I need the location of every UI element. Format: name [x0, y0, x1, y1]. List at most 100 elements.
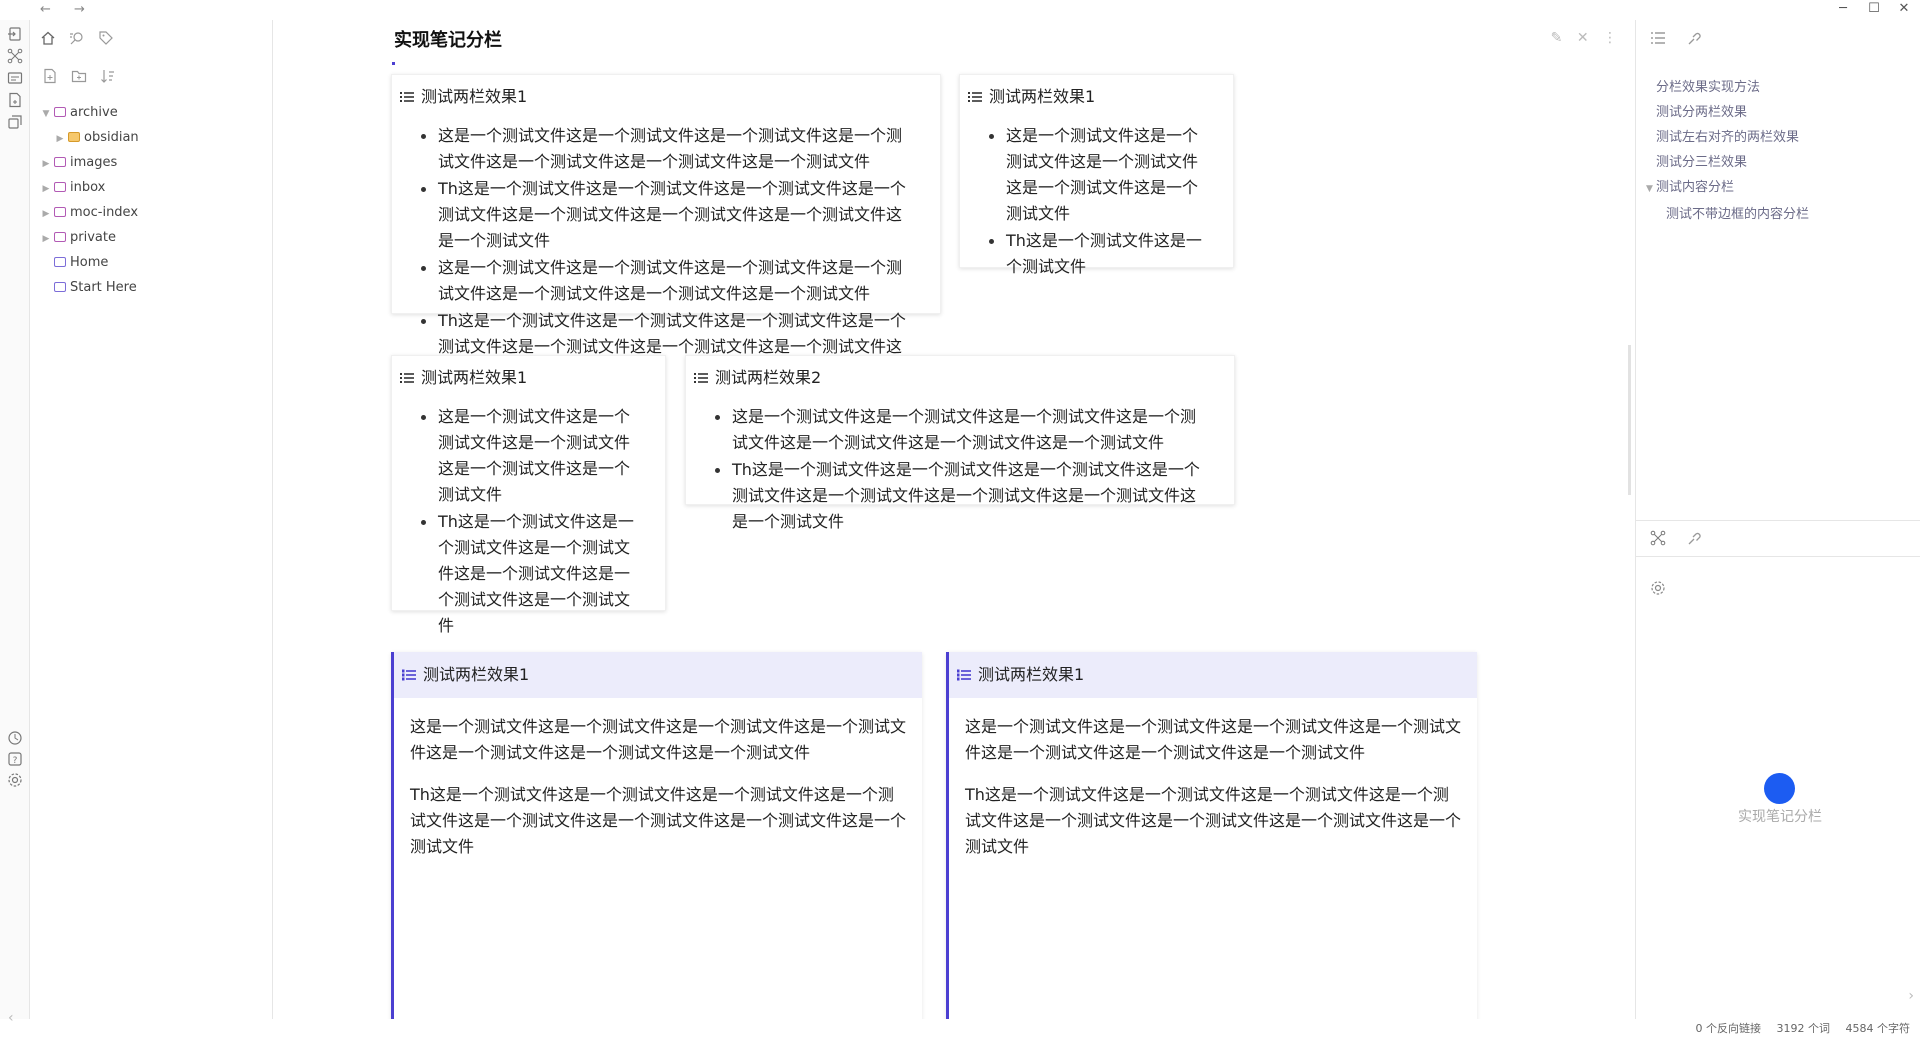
- column-card: 测试两栏效果1 这是一个测试文件这是一个测试文件这是一个测试文件这是一个测试文件…: [959, 74, 1234, 276]
- tree-item-images[interactable]: ▶ images: [40, 150, 265, 175]
- callout-card: 测试两栏效果1 这是一个测试文件这是一个测试文件这是一个测试文件这是一个测试文件…: [946, 652, 1477, 1019]
- outline-item[interactable]: 测试分三栏效果: [1646, 150, 1916, 175]
- sort-icon[interactable]: [100, 68, 116, 84]
- folder-icon: [54, 157, 66, 167]
- callout-title: 测试两栏效果1: [423, 665, 530, 684]
- outline-item[interactable]: 测试左右对齐的两栏效果: [1646, 125, 1916, 150]
- daily-note-icon[interactable]: [7, 92, 23, 108]
- file-tree: ▼ archive ▶ obsidian ▶ images ▶ inbox ▶ moc-index…: [40, 100, 265, 300]
- tree-item-start-here[interactable]: Start Here: [40, 275, 265, 300]
- chevron-down-icon[interactable]: ▼: [1646, 177, 1656, 202]
- tree-item-label: archive: [70, 105, 118, 120]
- paragraph: Th这是一个测试文件这是一个测试文件这是一个测试文件这是一个测试文件这是一个测试…: [965, 785, 1462, 856]
- close-icon[interactable]: ✕: [1577, 30, 1589, 46]
- card-title: 测试两栏效果1: [989, 87, 1096, 106]
- outline-item[interactable]: 测试不带边框的内容分栏: [1646, 202, 1916, 227]
- back-arrow-icon[interactable]: ←: [40, 2, 51, 17]
- list-item: Th这是一个测试文件这是一个测试文件这是一个测试文件这是一个测试文件这是一个测试…: [715, 457, 1206, 535]
- chevron-down-icon[interactable]: ▼: [40, 102, 52, 127]
- list-item: Th这是一个测试文件这是一个测试文件这是一个测试文件这是一个测试文件这是一个测试…: [421, 176, 912, 254]
- sidebar-tab-bar: [40, 30, 122, 50]
- right-sidebar: 分栏效果实现方法 测试分两栏效果测试左右对齐的两栏效果 测试分三栏效果 ▼ 测试内容分栏…: [1635, 20, 1920, 1019]
- outline-item-label: 测试分三栏效果: [1656, 155, 1748, 170]
- edit-icon[interactable]: ✎: [1551, 30, 1563, 46]
- new-folder-icon[interactable]: [71, 68, 87, 84]
- list-icon: [400, 357, 414, 401]
- outline-item-label: 测试不带边框的内容分栏: [1666, 207, 1810, 222]
- search-icon[interactable]: [69, 30, 85, 46]
- list-item: 这是一个测试文件这是一个测试文件这是一个测试文件这是一个测试文件这是一个测试文件: [989, 123, 1205, 227]
- chevron-right-icon[interactable]: ▶: [40, 177, 52, 202]
- new-note-icon[interactable]: [42, 68, 58, 84]
- settings-icon[interactable]: [7, 772, 23, 788]
- collapse-right-chevron-icon[interactable]: ›: [1908, 988, 1914, 1004]
- outline-item[interactable]: 分栏效果实现方法: [1646, 75, 1916, 100]
- tree-item-private[interactable]: ▶ private: [40, 225, 265, 250]
- open-quick-switcher-icon[interactable]: [7, 26, 23, 42]
- close-window-button[interactable]: ✕: [1895, 1, 1913, 16]
- outline-list: 分栏效果实现方法 测试分两栏效果测试左右对齐的两栏效果 测试分三栏效果 ▼ 测试内容分栏…: [1646, 75, 1916, 227]
- list-item: Th这是一个测试文件这是一个测试文件: [989, 228, 1205, 280]
- svg-text:?: ?: [13, 756, 18, 766]
- outgoing-links-icon[interactable]: [1687, 530, 1703, 546]
- local-graph-icon[interactable]: [1650, 530, 1666, 546]
- editor-scrollbar[interactable]: [1628, 345, 1631, 495]
- chevron-right-icon[interactable]: ▶: [40, 202, 52, 227]
- tree-item-obsidian[interactable]: ▶ obsidian: [40, 125, 265, 150]
- tree-item-label: images: [70, 155, 118, 170]
- column-card: 测试两栏效果1 这是一个测试文件这是一个测试文件这是一个测试文件这是一个测试文件…: [391, 355, 666, 635]
- panel-divider: [1636, 556, 1920, 557]
- outline-icon[interactable]: [1650, 30, 1666, 46]
- card-title: 测试两栏效果1: [421, 87, 528, 106]
- help-icon[interactable]: ?: [7, 751, 23, 767]
- view-actions: ✎ ✕ ⋮: [1541, 30, 1617, 46]
- right-sidebar-tabs: [1650, 30, 1719, 50]
- graph-view-icon[interactable]: [7, 48, 23, 64]
- folder-icon: [54, 207, 66, 217]
- paragraph: 这是一个测试文件这是一个测试文件这是一个测试文件这是一个测试文件这是一个测试文件…: [965, 717, 1462, 762]
- card-header: 测试两栏效果1: [392, 75, 940, 119]
- forward-arrow-icon[interactable]: →: [74, 2, 85, 17]
- card-header: 测试两栏效果2: [686, 356, 1234, 400]
- outline-item[interactable]: ▼ 测试内容分栏: [1646, 175, 1916, 202]
- more-options-icon[interactable]: ⋮: [1603, 30, 1617, 46]
- tree-item-label: obsidian: [84, 130, 139, 145]
- files-icon[interactable]: [40, 30, 56, 46]
- tree-item-home[interactable]: Home: [40, 250, 265, 275]
- minimize-button[interactable]: ─: [1834, 1, 1852, 16]
- left-ribbon: ? ‹: [0, 20, 30, 1026]
- collapse-left-chevron-icon[interactable]: ‹: [8, 1010, 14, 1026]
- chevron-right-icon[interactable]: ▶: [40, 152, 52, 177]
- maximize-button[interactable]: ☐: [1865, 1, 1883, 16]
- page-title[interactable]: 实现笔记分栏: [394, 26, 502, 52]
- chevron-right-icon[interactable]: ▶: [54, 127, 66, 152]
- tree-item-label: moc-index: [70, 205, 139, 220]
- paragraph: Th这是一个测试文件这是一个测试文件这是一个测试文件这是一个测试文件这是一个测试…: [410, 785, 907, 856]
- tree-item-inbox[interactable]: ▶ inbox: [40, 175, 265, 200]
- graph-settings-icon[interactable]: [1650, 580, 1666, 596]
- vault-icon[interactable]: [7, 730, 23, 746]
- list-item: 这是一个测试文件这是一个测试文件这是一个测试文件这是一个测试文件这是一个测试文件: [421, 404, 637, 508]
- canvas-icon[interactable]: [7, 70, 23, 86]
- backlinks-icon[interactable]: [1687, 30, 1703, 46]
- list-item: Th这是一个测试文件这是一个测试文件这是一个测试文件这是一个测试文件这是一个测试…: [421, 509, 637, 639]
- backlinks-count[interactable]: 0 个反向链接: [1696, 1022, 1762, 1035]
- list-icon: [694, 357, 708, 401]
- outline-item[interactable]: 测试分两栏效果: [1646, 100, 1916, 125]
- callout-title: 测试两栏效果1: [978, 665, 1085, 684]
- tree-item-archive[interactable]: ▼ archive: [40, 100, 265, 125]
- bullet-list: 这是一个测试文件这是一个测试文件这是一个测试文件这是一个测试文件这是一个测试文件…: [686, 404, 1234, 535]
- tag-icon[interactable]: [98, 30, 114, 46]
- card-title: 测试两栏效果2: [715, 368, 822, 387]
- word-count: 3192 个词: [1776, 1022, 1831, 1035]
- title-bar: ← → ─ ☐ ✕: [0, 0, 1920, 20]
- templates-icon[interactable]: [7, 114, 23, 130]
- list-item: 这是一个测试文件这是一个测试文件这是一个测试文件这是一个测试文件这是一个测试文件…: [715, 404, 1206, 456]
- status-bar: 0 个反向链接 3192 个词 4584 个字符: [1635, 1019, 1920, 1039]
- outline-item-label: 测试左右对齐的两栏效果: [1656, 130, 1800, 145]
- tree-item-label: Start Here: [70, 280, 137, 295]
- graph-node[interactable]: [1764, 773, 1795, 804]
- chevron-right-icon[interactable]: ▶: [40, 227, 52, 252]
- tree-item-moc-index[interactable]: ▶ moc-index: [40, 200, 265, 225]
- callout-header: 测试两栏效果1: [394, 652, 922, 698]
